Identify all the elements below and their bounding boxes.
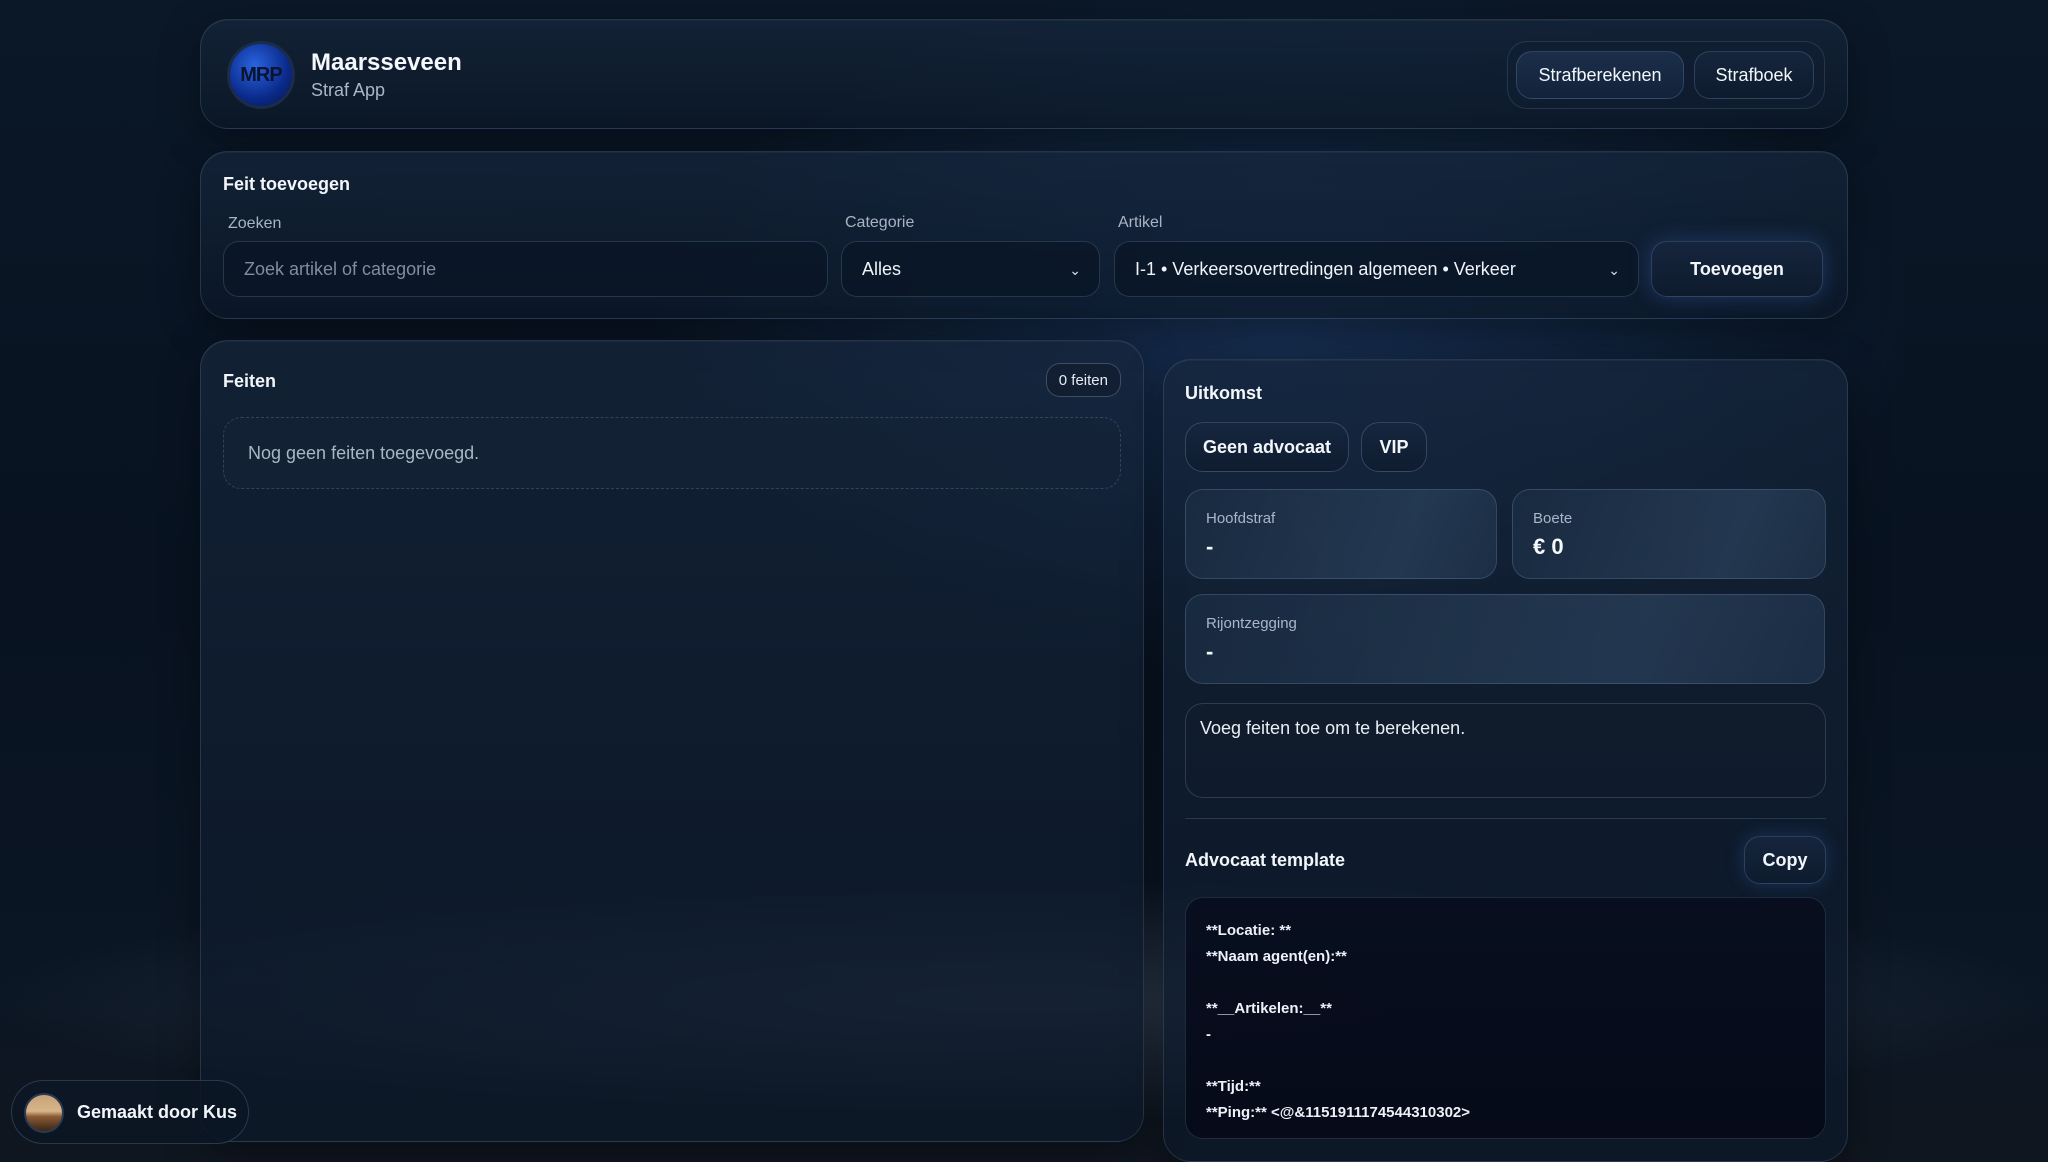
template-line: **Ping:** <@&1151911174544310302> xyxy=(1206,1104,1471,1121)
category-value: Alles xyxy=(862,258,902,279)
template-line: **Naam agent(en):** xyxy=(1206,948,1347,965)
category-label: Categorie xyxy=(845,214,915,231)
app-subtitle: Straf App xyxy=(311,80,386,100)
category-select[interactable]: Alles ⌄ xyxy=(841,241,1100,297)
lawyer-template-title: Advocaat template xyxy=(1185,850,1346,870)
facts-title: Feiten xyxy=(223,371,277,391)
article-select[interactable]: I-1 • Verkeersovertredingen algemeen • V… xyxy=(1114,241,1639,297)
divider xyxy=(1185,818,1826,819)
result-title: Uitkomst xyxy=(1185,383,1263,403)
search-input[interactable]: Zoek artikel of categorie xyxy=(223,241,828,297)
template-line xyxy=(1206,970,1805,996)
main-sentence-value: - xyxy=(1206,534,1214,559)
license-suspension-value: - xyxy=(1206,639,1214,664)
result-panel: Uitkomst Geen advocaat VIP Hoofdstraf - … xyxy=(1163,359,1848,1162)
add-fact-button[interactable]: Toevoegen xyxy=(1651,241,1823,297)
nav-group: Strafberekenen Strafboek xyxy=(1507,41,1825,109)
logo-text: MRP xyxy=(240,63,282,86)
fine-label: Boete xyxy=(1533,510,1573,527)
main-sentence-card: Hoofdstraf - xyxy=(1185,489,1497,579)
fine-value: € 0 xyxy=(1533,534,1564,559)
credit-badge[interactable]: Gemaakt door Kus xyxy=(11,1080,249,1144)
no-lawyer-toggle[interactable]: Geen advocaat xyxy=(1185,422,1349,472)
template-line: **Locatie: ** xyxy=(1206,922,1292,939)
add-fact-panel: Feit toevoegen Zoeken Zoek artikel of ca… xyxy=(200,151,1848,319)
vip-toggle[interactable]: VIP xyxy=(1361,422,1427,472)
app-logo: MRP xyxy=(227,41,295,109)
lawyer-template-text[interactable]: **Locatie: ** **Naam agent(en):** **__Ar… xyxy=(1185,897,1826,1139)
chevron-down-icon: ⌄ xyxy=(1608,262,1620,278)
credit-text: Gemaakt door Kus xyxy=(77,1102,238,1122)
template-line: **Tijd:** xyxy=(1206,1078,1261,1095)
template-line: **__Artikelen:__** xyxy=(1206,1000,1332,1017)
license-suspension-label: Rijontzegging xyxy=(1206,615,1297,632)
template-line xyxy=(1206,1048,1805,1074)
chevron-down-icon: ⌄ xyxy=(1069,262,1081,278)
article-label: Artikel xyxy=(1118,214,1163,231)
template-line: - xyxy=(1206,1026,1211,1043)
result-note: Voeg feiten toe om te berekenen. xyxy=(1185,703,1826,798)
facts-empty-state: Nog geen feiten toegevoegd. xyxy=(223,417,1121,489)
avatar xyxy=(24,1093,64,1133)
search-label: Zoeken xyxy=(228,215,282,232)
strafberekenen-button[interactable]: Strafberekenen xyxy=(1516,51,1684,99)
app-name: Maarsseveen xyxy=(311,49,462,76)
fine-card: Boete € 0 xyxy=(1512,489,1826,579)
add-fact-title: Feit toevoegen xyxy=(223,174,351,194)
main-sentence-label: Hoofdstraf xyxy=(1206,510,1276,527)
facts-panel: Feiten 0 feiten Nog geen feiten toegevoe… xyxy=(200,340,1144,1142)
strafboek-button[interactable]: Strafboek xyxy=(1694,51,1814,99)
article-value: I-1 • Verkeersovertredingen algemeen • V… xyxy=(1135,258,1516,279)
facts-count-badge: 0 feiten xyxy=(1045,363,1121,397)
copy-button[interactable]: Copy xyxy=(1744,836,1826,884)
app-header: MRP Maarsseveen Straf App Strafberekenen… xyxy=(200,19,1848,129)
license-suspension-card: Rijontzegging - xyxy=(1185,594,1825,684)
